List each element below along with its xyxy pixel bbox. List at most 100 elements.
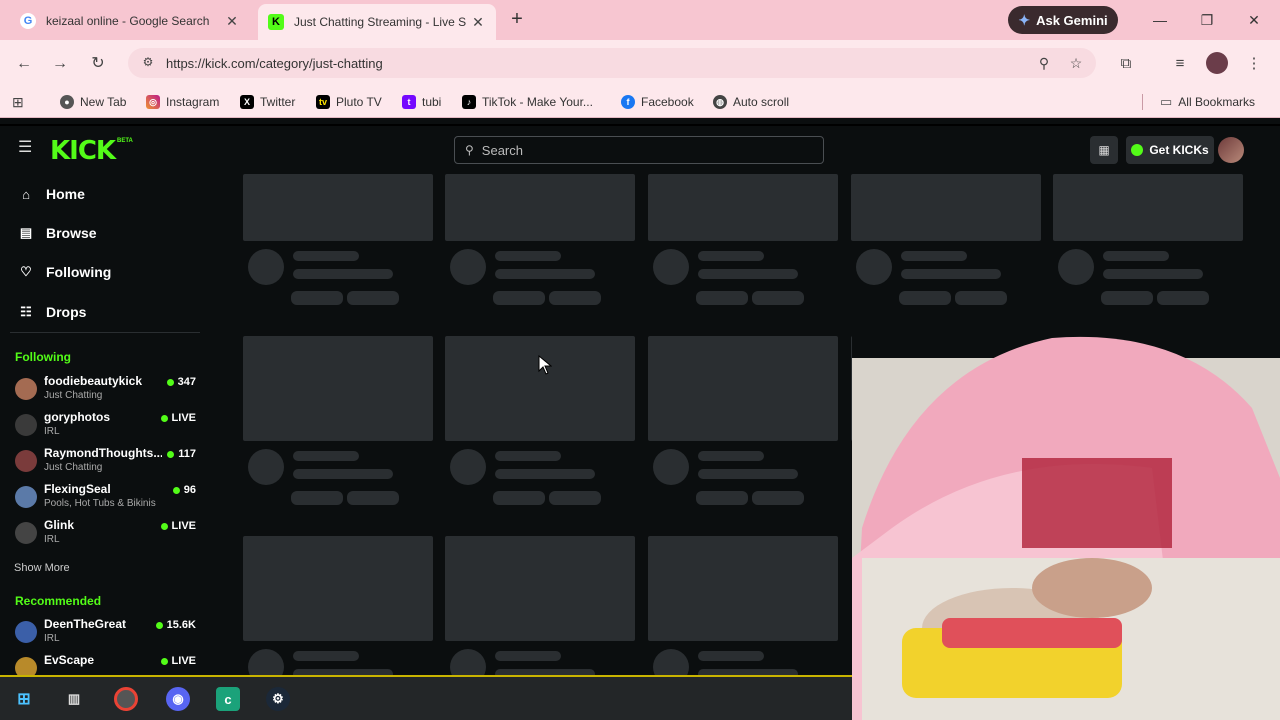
following-channel[interactable]: Glink IRL LIVE: [15, 518, 200, 550]
channel-name: RaymondThoughts...: [44, 446, 162, 460]
restore-button[interactable]: ❐: [1195, 8, 1219, 32]
discord-icon[interactable]: ◉: [166, 687, 190, 711]
avatar-placeholder: [1058, 249, 1094, 285]
live-dot-icon: [172, 486, 180, 494]
tab-strip: G keizaal online - Google Search ✕ K Jus…: [0, 0, 1280, 40]
following-channel[interactable]: FlexingSeal Pools, Hot Tubs & Bikinis 96: [15, 482, 200, 514]
channel-name: DeenTheGreat: [44, 617, 127, 631]
extensions-icon[interactable]: ⧉: [1114, 52, 1138, 76]
forward-button[interactable]: →: [48, 52, 72, 76]
back-button[interactable]: ←: [12, 52, 36, 76]
text-placeholder: [291, 291, 343, 305]
close-icon[interactable]: ✕: [224, 13, 240, 30]
show-more-button[interactable]: Show More: [14, 562, 70, 574]
following-channel[interactable]: goryphotos IRL LIVE: [15, 410, 200, 442]
close-window-button[interactable]: ✕: [1242, 8, 1266, 32]
bookmark-new-tab[interactable]: ● New Tab: [60, 93, 126, 111]
viewer-count-text: 96: [183, 484, 196, 496]
following-channel[interactable]: RaymondThoughts... Just Chatting 117: [15, 446, 200, 478]
bookmark-tubi[interactable]: t tubi: [402, 93, 441, 111]
channel-avatar: [15, 522, 37, 544]
hamburger-menu-icon[interactable]: ☰: [18, 140, 34, 156]
recommended-channel[interactable]: EvScape LIVE: [15, 653, 200, 675]
instagram-icon: ◎: [146, 95, 160, 109]
search-input[interactable]: ⚲ Search: [454, 136, 824, 164]
get-kicks-label: Get KICKs: [1149, 143, 1209, 157]
channel-category: IRL: [44, 633, 60, 644]
viewer-count: 117: [167, 448, 196, 460]
bookmark-instagram[interactable]: ◎ Instagram: [146, 93, 219, 111]
close-icon[interactable]: ✕: [470, 14, 486, 31]
media-controls-icon[interactable]: ≡: [1168, 52, 1192, 76]
bookmark-pluto-tv[interactable]: tv Pluto TV: [316, 93, 382, 111]
windows-start-icon[interactable]: ⊞: [12, 687, 36, 711]
bookmark-tiktok[interactable]: ♪ TikTok - Make Your...: [462, 93, 593, 111]
recommended-channel[interactable]: DeenTheGreat IRL 15.6K: [15, 617, 200, 649]
channel-category: IRL: [44, 426, 60, 437]
live-dot-icon: [160, 414, 168, 422]
text-placeholder: [495, 651, 561, 661]
sidebar-item-drops[interactable]: ☷ Drops: [18, 300, 86, 324]
all-bookmarks-label: All Bookmarks: [1178, 95, 1255, 109]
task-view-icon[interactable]: ▥: [62, 687, 86, 711]
tab-kick[interactable]: K Just Chatting Streaming - Live S ✕: [258, 4, 496, 40]
gemini-icon: ✦: [1018, 11, 1031, 28]
text-placeholder: [696, 491, 748, 505]
new-tab-button[interactable]: +: [506, 8, 528, 30]
apps-icon[interactable]: ⊞: [12, 93, 24, 111]
site-info-icon[interactable]: ⚙: [140, 55, 156, 71]
bookmark-label: New Tab: [80, 95, 127, 109]
menu-icon[interactable]: ⋮: [1242, 52, 1266, 76]
thumbnail-placeholder: [243, 536, 433, 641]
ask-gemini-label: Ask Gemini: [1036, 12, 1108, 28]
bookmark-twitter[interactable]: X Twitter: [240, 93, 295, 111]
tab-google-search[interactable]: G keizaal online - Google Search ✕: [10, 6, 250, 36]
sidebar-item-label: Home: [46, 186, 85, 202]
address-bar[interactable]: ⚙ https://kick.com/category/just-chattin…: [128, 48, 1096, 78]
bookmark-facebook[interactable]: f Facebook: [621, 93, 694, 111]
bookmark-label: tubi: [422, 95, 442, 109]
globe-icon: ◍: [713, 95, 727, 109]
sidebar: ⌂ Home ▤ Browse ♡ Following ☷ Drops Foll…: [0, 174, 206, 675]
bookmark-auto-scroll[interactable]: ◍ Auto scroll: [713, 93, 789, 111]
sidebar-item-following[interactable]: ♡ Following: [18, 260, 111, 284]
webcam-overlay: [852, 328, 1280, 720]
sidebar-item-browse[interactable]: ▤ Browse: [18, 221, 97, 245]
thumbnail-placeholder: [648, 174, 838, 241]
text-placeholder: [698, 251, 764, 261]
reload-button[interactable]: ↻: [86, 52, 110, 76]
minimize-button[interactable]: —: [1148, 8, 1172, 32]
viewer-count-text: 347: [177, 376, 196, 388]
cricut-icon[interactable]: c: [216, 687, 240, 711]
text-placeholder: [293, 651, 359, 661]
chrome-icon[interactable]: [114, 687, 138, 711]
zoom-icon[interactable]: ⚲: [1032, 51, 1056, 75]
get-kicks-button[interactable]: Get KICKs: [1126, 136, 1214, 164]
text-placeholder: [1103, 251, 1169, 261]
text-placeholder: [1101, 291, 1153, 305]
thumbnail-placeholder: [243, 174, 433, 241]
browser-window: G keizaal online - Google Search ✕ K Jus…: [0, 0, 1280, 720]
sidebar-item-label: Following: [46, 264, 112, 280]
steam-icon[interactable]: ⚙: [266, 687, 290, 711]
ask-gemini-button[interactable]: ✦ Ask Gemini: [1008, 6, 1118, 34]
heart-icon: ♡: [20, 264, 32, 279]
thumbnail-placeholder: [648, 536, 838, 641]
viewer-count: 15.6K: [155, 619, 196, 631]
url-text: https://kick.com/category/just-chatting: [166, 55, 383, 71]
browser-profile-avatar[interactable]: [1206, 52, 1228, 74]
folder-icon: ▭: [1160, 94, 1173, 109]
all-bookmarks-button[interactable]: ▭ All Bookmarks: [1160, 93, 1255, 111]
text-placeholder: [493, 491, 545, 505]
thumbnail-placeholder: [445, 336, 635, 441]
bookmark-star-icon[interactable]: ☆: [1064, 51, 1088, 75]
following-channel[interactable]: foodiebeautykick Just Chatting 347: [15, 374, 200, 406]
thumbnail-placeholder: [1053, 174, 1243, 241]
user-avatar[interactable]: [1218, 137, 1244, 163]
sidebar-item-home[interactable]: ⌂ Home: [18, 182, 85, 206]
dashboard-icon[interactable]: ▦: [1090, 136, 1118, 164]
kick-logo[interactable]: KICK: [50, 136, 116, 166]
search-placeholder: Search: [481, 142, 523, 158]
bookmark-label: Pluto TV: [336, 95, 382, 109]
search-icon: ⚲: [465, 143, 474, 157]
